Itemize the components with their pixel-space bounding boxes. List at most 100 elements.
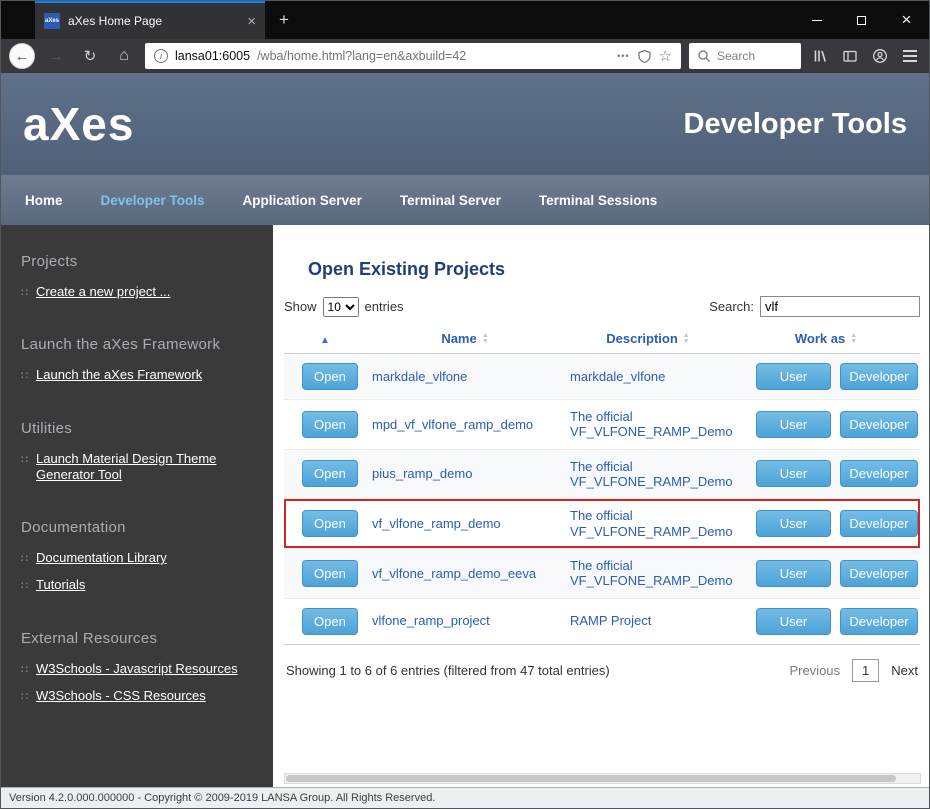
previous-page-button[interactable]: Previous [789,663,840,678]
work-as-developer-button[interactable]: Developer [840,560,918,587]
list-bullet-icon: ∷ [21,579,28,592]
open-button[interactable]: Open [302,608,358,635]
work-as-user-button[interactable]: User [756,510,831,537]
reload-button[interactable]: ↻ [77,43,103,69]
next-page-button[interactable]: Next [891,663,918,678]
work-as-user-button[interactable]: User [756,460,831,487]
sidebar-item-tutorials[interactable]: ∷ Tutorials [21,577,253,593]
project-description: RAMP Project [564,598,732,644]
column-header-work-as[interactable]: Work as▲▼ [732,325,920,354]
projects-table: ▲ Name ▲▼ Description ▲▼ Work as▲▼ Open ma… [284,325,920,645]
open-button[interactable]: Open [302,510,358,537]
home-button[interactable]: ⌂ [111,43,137,69]
minimize-button[interactable] [794,1,839,39]
site-info-icon[interactable]: i [154,49,168,63]
open-button[interactable]: Open [302,363,358,390]
bookmark-star-icon[interactable]: ☆ [659,49,672,64]
column-label: Description [606,331,678,346]
sidebar-link-label: Create a new project ... [36,284,170,300]
sidebar-item-launch-framework[interactable]: ∷ Launch the aXes Framework [21,367,253,383]
open-button[interactable]: Open [302,411,358,438]
sidebar-item-documentation-library[interactable]: ∷ Documentation Library [21,550,253,566]
sidebar-section-utilities: Utilities ∷ Launch Material Design Theme… [21,420,253,484]
search-icon [697,49,711,63]
account-icon[interactable] [869,45,891,67]
sidebar-section-projects: Projects ∷ Create a new project ... [21,253,253,300]
menu-item-terminal-sessions[interactable]: Terminal Sessions [520,193,676,208]
main-content: Open Existing Projects Show 10 entries S… [273,225,930,787]
back-button[interactable]: ← [9,43,35,69]
forward-button[interactable]: → [43,43,69,69]
maximize-button[interactable] [839,1,884,39]
sort-icon: ▲▼ [683,333,690,345]
table-row: Open vlfone_ramp_project RAMP Project Us… [284,598,920,644]
table-row: Open markdale_vlfone markdale_vlfone Use… [284,354,920,400]
sidebar-heading: Launch the aXes Framework [21,336,253,353]
column-label: Name [441,331,476,346]
work-as-developer-button[interactable]: Developer [840,460,918,487]
menu-item-home[interactable]: Home [6,193,82,208]
page-actions-icon[interactable]: ••• [617,51,629,61]
open-button[interactable]: Open [302,560,358,587]
page-number-button[interactable]: 1 [852,659,879,682]
sidebar-item-w3schools-css[interactable]: ∷ W3Schools - CSS Resources [21,688,253,704]
table-row: Open vf_vlfone_ramp_demo_eeva The offici… [284,548,920,598]
work-as-user-button[interactable]: User [756,608,831,635]
url-bar[interactable]: i lansa01:6005 /wba/home.html?lang=en&ax… [145,43,681,69]
column-header-name[interactable]: Name ▲▼ [366,325,564,354]
work-as-developer-button[interactable]: Developer [840,608,918,635]
menu-item-application-server[interactable]: Application Server [224,193,381,208]
table-header-row: ▲ Name ▲▼ Description ▲▼ Work as▲▼ [284,325,920,354]
close-button[interactable]: × [884,1,929,39]
search-bar[interactable]: Search [689,43,801,69]
tab-close-icon[interactable]: × [247,13,256,30]
work-as-user-button[interactable]: User [756,560,831,587]
tab-title: aXes Home Page [68,14,239,28]
sort-icon: ▲▼ [482,333,489,345]
table-controls: Show 10 entries Search: [284,296,920,317]
work-as-developer-button[interactable]: Developer [840,363,918,390]
sidebar-toggle-icon[interactable] [839,45,861,67]
menu-item-terminal-server[interactable]: Terminal Server [381,193,520,208]
page-title: Developer Tools [684,108,907,141]
entries-select[interactable]: 10 [323,297,359,317]
work-as-user-button[interactable]: User [756,363,831,390]
sidebar-item-w3schools-javascript[interactable]: ∷ W3Schools - Javascript Resources [21,661,253,677]
sidebar-link-label: Tutorials [36,577,85,593]
open-button[interactable]: Open [302,460,358,487]
horizontal-scrollbar[interactable] [284,773,921,784]
main-menu: Home Developer Tools Application Server … [1,175,929,225]
work-as-developer-button[interactable]: Developer [840,510,918,537]
library-icon[interactable] [809,45,831,67]
work-as-developer-button[interactable]: Developer [840,411,918,438]
table-row: Open mpd_vf_vlfone_ramp_demo The officia… [284,400,920,450]
project-name: vf_vlfone_ramp_demo [366,499,564,549]
project-description: The official VF_VLFONE_RAMP_Demo [564,499,732,549]
table-search-input[interactable] [760,296,920,317]
axes-logo: aXes [23,97,134,151]
sidebar-item-material-theme-tool[interactable]: ∷ Launch Material Design Theme Generator… [21,451,253,484]
list-bullet-icon: ∷ [21,690,28,703]
project-description: markdale_vlfone [564,354,732,400]
menu-item-developer-tools[interactable]: Developer Tools [82,193,224,208]
content-body: Projects ∷ Create a new project ... Laun… [1,225,929,787]
browser-tab[interactable]: aXes aXes Home Page × [35,1,265,39]
sidebar-link-label: Launch Material Design Theme Generator T… [36,451,241,484]
version-text: Version 4.2.0.000.000000 - Copyright © 2… [9,792,435,804]
menu-icon[interactable] [899,45,921,67]
entries-label: entries [365,299,404,314]
work-as-user-button[interactable]: User [756,411,831,438]
sidebar-heading: Utilities [21,420,253,437]
status-bar: Version 4.2.0.000.000000 - Copyright © 2… [1,787,929,808]
tab-favicon-icon: aXes [44,13,60,29]
column-header-open[interactable]: ▲ [284,325,366,354]
new-tab-button[interactable]: + [279,10,289,30]
sidebar-item-create-project[interactable]: ∷ Create a new project ... [21,284,253,300]
column-header-description[interactable]: Description ▲▼ [564,325,732,354]
sort-ascending-icon: ▲ [320,335,330,346]
window-controls: × [794,1,929,39]
shield-icon[interactable] [637,49,652,64]
section-title: Open Existing Projects [308,259,920,280]
scrollbar-thumb[interactable] [286,775,896,782]
list-bullet-icon: ∷ [21,286,28,299]
